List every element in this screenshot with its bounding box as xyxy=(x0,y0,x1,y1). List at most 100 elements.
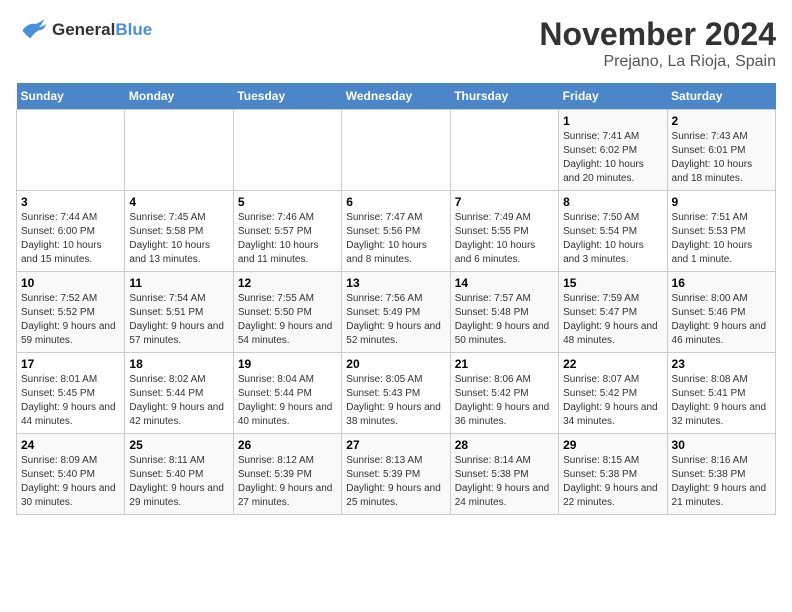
day-info: Sunrise: 7:52 AM Sunset: 5:52 PM Dayligh… xyxy=(21,292,120,348)
page-header: GeneralBlue November 2024 Prejano, La Ri… xyxy=(16,16,776,71)
day-number: 1 xyxy=(563,114,662,128)
calendar-cell: 8Sunrise: 7:50 AM Sunset: 5:54 PM Daylig… xyxy=(559,191,667,272)
day-number: 23 xyxy=(672,357,771,371)
day-info: Sunrise: 7:49 AM Sunset: 5:55 PM Dayligh… xyxy=(455,211,554,267)
calendar-cell: 13 Sunrise: 7:56 AM Sunset: 5:49 PM Dayli… xyxy=(342,272,450,353)
day-info: Sunrise: 7:59 AM Sunset: 5:47 PM Dayligh… xyxy=(563,292,662,348)
day-info: Sunrise: 8:12 AM Sunset: 5:39 PM Dayligh… xyxy=(238,454,337,510)
day-number: 20 xyxy=(346,357,445,371)
day-number: 29 xyxy=(563,438,662,452)
day-number: 27 xyxy=(346,438,445,452)
column-header-friday: Friday xyxy=(559,83,667,110)
day-info: Sunrise: 7:50 AM Sunset: 5:54 PM Dayligh… xyxy=(563,211,662,267)
calendar-cell: 2 Sunrise: 7:43 AM Sunset: 6:01 PM Daylig… xyxy=(667,110,775,191)
day-number: 18 xyxy=(129,357,228,371)
day-number: 11 xyxy=(129,276,228,290)
day-info: Sunrise: 8:15 AM Sunset: 5:38 PM Dayligh… xyxy=(563,454,662,510)
calendar-cell: 7 Sunrise: 7:49 AM Sunset: 5:55 PM Daylig… xyxy=(450,191,558,272)
day-number: 2 xyxy=(672,114,771,128)
calendar-week-2: 3 Sunrise: 7:44 AM Sunset: 6:00 PM Daylig… xyxy=(17,191,776,272)
day-info: Sunrise: 8:01 AM Sunset: 5:45 PM Dayligh… xyxy=(21,373,120,429)
day-number: 4 xyxy=(129,195,228,209)
calendar-cell: 9Sunrise: 7:51 AM Sunset: 5:53 PM Daylig… xyxy=(667,191,775,272)
title-section: November 2024 Prejano, La Rioja, Spain xyxy=(539,16,776,71)
calendar-cell: 14 Sunrise: 7:57 AM Sunset: 5:48 PM Dayli… xyxy=(450,272,558,353)
calendar-cell: 17 Sunrise: 8:01 AM Sunset: 5:45 PM Dayli… xyxy=(17,353,125,434)
calendar-cell: 18 Sunrise: 8:02 AM Sunset: 5:44 PM Dayli… xyxy=(125,353,233,434)
day-number: 7 xyxy=(455,195,554,209)
calendar-cell: 1 Sunrise: 7:41 AM Sunset: 6:02 PM Daylig… xyxy=(559,110,667,191)
day-number: 10 xyxy=(21,276,120,290)
calendar-cell: 26Sunrise: 8:12 AM Sunset: 5:39 PM Dayli… xyxy=(233,434,341,515)
column-header-thursday: Thursday xyxy=(450,83,558,110)
calendar-cell: 11Sunrise: 7:54 AM Sunset: 5:51 PM Dayli… xyxy=(125,272,233,353)
calendar-cell: 27 Sunrise: 8:13 AM Sunset: 5:39 PM Dayli… xyxy=(342,434,450,515)
calendar-cell xyxy=(342,110,450,191)
day-info: Sunrise: 7:56 AM Sunset: 5:49 PM Dayligh… xyxy=(346,292,445,348)
day-info: Sunrise: 7:44 AM Sunset: 6:00 PM Dayligh… xyxy=(21,211,120,267)
calendar-cell xyxy=(125,110,233,191)
day-number: 24 xyxy=(21,438,120,452)
calendar-cell: 20 Sunrise: 8:05 AM Sunset: 5:43 PM Dayli… xyxy=(342,353,450,434)
day-info: Sunrise: 8:04 AM Sunset: 5:44 PM Dayligh… xyxy=(238,373,337,429)
day-info: Sunrise: 7:46 AM Sunset: 5:57 PM Dayligh… xyxy=(238,211,337,267)
day-info: Sunrise: 8:11 AM Sunset: 5:40 PM Dayligh… xyxy=(129,454,228,510)
day-info: Sunrise: 8:13 AM Sunset: 5:39 PM Dayligh… xyxy=(346,454,445,510)
day-number: 15 xyxy=(563,276,662,290)
day-info: Sunrise: 8:02 AM Sunset: 5:44 PM Dayligh… xyxy=(129,373,228,429)
calendar-cell xyxy=(233,110,341,191)
logo-icon xyxy=(16,16,48,44)
day-info: Sunrise: 7:41 AM Sunset: 6:02 PM Dayligh… xyxy=(563,130,662,186)
calendar-cell: 30 Sunrise: 8:16 AM Sunset: 5:38 PM Dayli… xyxy=(667,434,775,515)
calendar-week-1: 1 Sunrise: 7:41 AM Sunset: 6:02 PM Daylig… xyxy=(17,110,776,191)
day-number: 17 xyxy=(21,357,120,371)
day-number: 3 xyxy=(21,195,120,209)
calendar-cell: 15 Sunrise: 7:59 AM Sunset: 5:47 PM Dayli… xyxy=(559,272,667,353)
day-info: Sunrise: 8:00 AM Sunset: 5:46 PM Dayligh… xyxy=(672,292,771,348)
calendar-cell: 5Sunrise: 7:46 AM Sunset: 5:57 PM Daylig… xyxy=(233,191,341,272)
logo-text: GeneralBlue xyxy=(52,20,152,40)
calendar-week-5: 24Sunrise: 8:09 AM Sunset: 5:40 PM Dayli… xyxy=(17,434,776,515)
day-info: Sunrise: 8:16 AM Sunset: 5:38 PM Dayligh… xyxy=(672,454,771,510)
logo: GeneralBlue xyxy=(16,16,152,44)
calendar-cell xyxy=(450,110,558,191)
month-title: November 2024 xyxy=(539,16,776,53)
calendar-cell: 4Sunrise: 7:45 AM Sunset: 5:58 PM Daylig… xyxy=(125,191,233,272)
day-info: Sunrise: 8:08 AM Sunset: 5:41 PM Dayligh… xyxy=(672,373,771,429)
day-number: 22 xyxy=(563,357,662,371)
column-header-wednesday: Wednesday xyxy=(342,83,450,110)
calendar-cell: 28Sunrise: 8:14 AM Sunset: 5:38 PM Dayli… xyxy=(450,434,558,515)
day-number: 14 xyxy=(455,276,554,290)
day-number: 28 xyxy=(455,438,554,452)
day-info: Sunrise: 7:57 AM Sunset: 5:48 PM Dayligh… xyxy=(455,292,554,348)
calendar-cell: 10 Sunrise: 7:52 AM Sunset: 5:52 PM Dayli… xyxy=(17,272,125,353)
column-header-sunday: Sunday xyxy=(17,83,125,110)
calendar-cell: 12 Sunrise: 7:55 AM Sunset: 5:50 PM Dayli… xyxy=(233,272,341,353)
day-info: Sunrise: 8:07 AM Sunset: 5:42 PM Dayligh… xyxy=(563,373,662,429)
column-header-saturday: Saturday xyxy=(667,83,775,110)
day-number: 30 xyxy=(672,438,771,452)
calendar-cell xyxy=(17,110,125,191)
day-info: Sunrise: 7:55 AM Sunset: 5:50 PM Dayligh… xyxy=(238,292,337,348)
column-header-tuesday: Tuesday xyxy=(233,83,341,110)
day-info: Sunrise: 8:06 AM Sunset: 5:42 PM Dayligh… xyxy=(455,373,554,429)
calendar-week-4: 17 Sunrise: 8:01 AM Sunset: 5:45 PM Dayli… xyxy=(17,353,776,434)
day-number: 13 xyxy=(346,276,445,290)
day-info: Sunrise: 7:43 AM Sunset: 6:01 PM Dayligh… xyxy=(672,130,771,186)
day-number: 12 xyxy=(238,276,337,290)
calendar-cell: 16 Sunrise: 8:00 AM Sunset: 5:46 PM Dayli… xyxy=(667,272,775,353)
day-info: Sunrise: 8:05 AM Sunset: 5:43 PM Dayligh… xyxy=(346,373,445,429)
calendar-cell: 6Sunrise: 7:47 AM Sunset: 5:56 PM Daylig… xyxy=(342,191,450,272)
calendar-cell: 24Sunrise: 8:09 AM Sunset: 5:40 PM Dayli… xyxy=(17,434,125,515)
calendar-week-3: 10 Sunrise: 7:52 AM Sunset: 5:52 PM Dayli… xyxy=(17,272,776,353)
calendar-cell: 29 Sunrise: 8:15 AM Sunset: 5:38 PM Dayli… xyxy=(559,434,667,515)
day-number: 16 xyxy=(672,276,771,290)
day-number: 25 xyxy=(129,438,228,452)
day-number: 19 xyxy=(238,357,337,371)
column-header-monday: Monday xyxy=(125,83,233,110)
calendar-cell: 23 Sunrise: 8:08 AM Sunset: 5:41 PM Dayli… xyxy=(667,353,775,434)
day-number: 21 xyxy=(455,357,554,371)
calendar-cell: 22 Sunrise: 8:07 AM Sunset: 5:42 PM Dayli… xyxy=(559,353,667,434)
calendar-cell: 19 Sunrise: 8:04 AM Sunset: 5:44 PM Dayli… xyxy=(233,353,341,434)
calendar-header-row: SundayMondayTuesdayWednesdayThursdayFrid… xyxy=(17,83,776,110)
